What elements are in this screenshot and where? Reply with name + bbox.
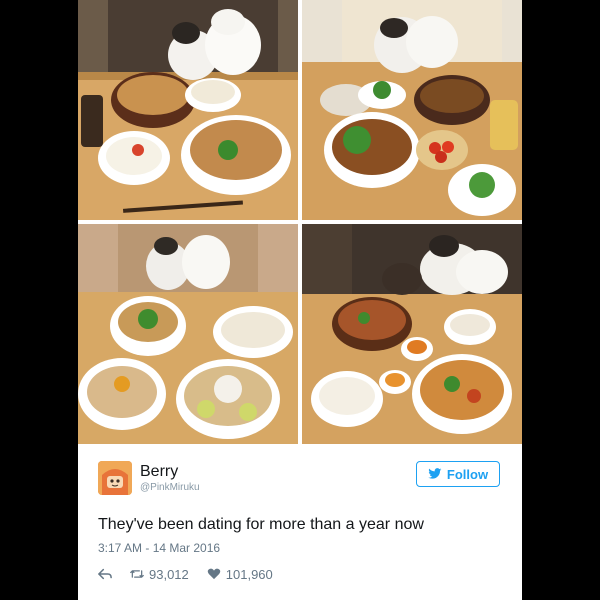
heart-icon — [207, 568, 221, 580]
cats-photo-3-image — [78, 224, 298, 444]
cats-photo-1-image — [78, 0, 298, 220]
follow-button[interactable]: Follow — [416, 461, 500, 487]
reply-button[interactable] — [98, 568, 112, 580]
cats-photo-4-image — [302, 224, 522, 444]
retweet-icon — [130, 570, 144, 578]
cats-photo-3[interactable] — [78, 224, 298, 444]
cats-photo-4[interactable] — [302, 224, 522, 444]
reply-arrow-icon — [98, 568, 112, 580]
tweet-actions: 93,012 101,960 — [98, 566, 291, 582]
twitter-bird-icon — [428, 468, 442, 479]
follow-button-label: Follow — [446, 466, 489, 482]
avatar-image — [98, 461, 132, 495]
tweet-text: They've been dating for more than a year… — [98, 516, 424, 533]
retweet-button[interactable]: 93,012 — [130, 567, 189, 582]
like-button[interactable]: 101,960 — [207, 567, 273, 582]
cats-photo-1[interactable] — [78, 0, 298, 220]
author-avatar[interactable] — [98, 461, 132, 495]
cats-photo-2[interactable] — [302, 0, 522, 220]
tweet-timestamp[interactable]: 3:17 AM - 14 Mar 2016 — [98, 541, 220, 555]
author-handle[interactable]: @PinkMiruku — [140, 482, 200, 493]
retweet-count: 93,012 — [149, 566, 189, 582]
author-name[interactable]: Berry — [140, 463, 178, 481]
tweet-card: Berry @PinkMiruku Follow They've been da… — [78, 0, 522, 600]
cats-photo-2-image — [302, 0, 522, 220]
like-count: 101,960 — [225, 566, 273, 582]
